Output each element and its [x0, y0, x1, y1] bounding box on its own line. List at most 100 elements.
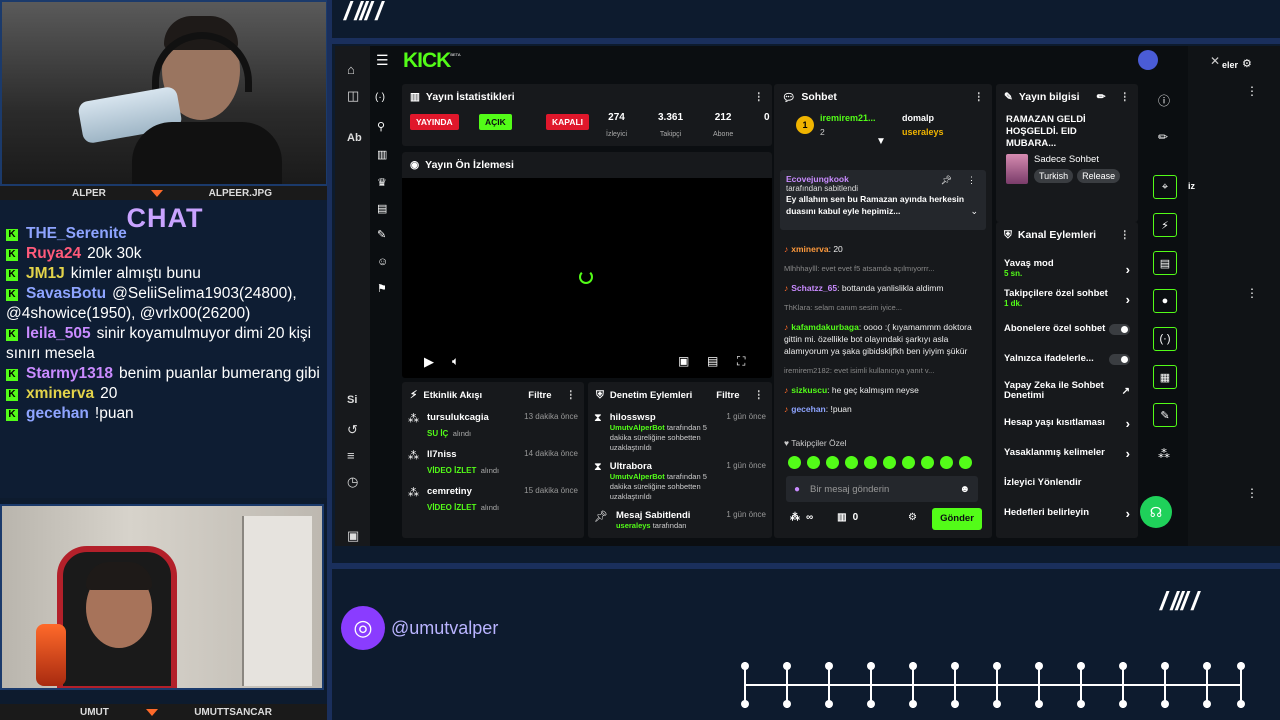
- menu-icon[interactable]: ☰: [376, 52, 389, 69]
- chat-message[interactable]: ♪ xminerva: 20: [774, 242, 992, 256]
- video-icon[interactable]: ▤: [377, 202, 387, 215]
- overlay-chat-message: Kleila_505 sinir koyamulmuyor dimi 20 kiş…: [0, 324, 330, 364]
- channel-action-item[interactable]: İzleyici Yönlendir: [996, 468, 1138, 498]
- chat-message[interactable]: ♪ kafamdakurbaga: oooo :( kıyamammm dokto…: [774, 320, 992, 358]
- more-icon[interactable]: ⋮: [967, 175, 976, 186]
- share-icon[interactable]: ⁂: [1158, 447, 1170, 461]
- channel-action-item[interactable]: Takipçilere özel sohbet 1 dk. ›: [996, 284, 1138, 314]
- history-icon[interactable]: ↺: [347, 422, 358, 438]
- category-name[interactable]: Sadece Sohbet: [1034, 154, 1120, 165]
- more-vertical-icon[interactable]: ⋮: [1246, 286, 1258, 300]
- broadcast-icon[interactable]: (·): [375, 92, 385, 103]
- avatar[interactable]: [1138, 50, 1158, 70]
- chat-input-placeholder: Bir mesaj gönderin: [810, 483, 890, 495]
- doc-button[interactable]: ▤: [1153, 251, 1177, 275]
- activity-row[interactable]: ⁂ ll7niss VİDEO İZLET alındı 14 dakika önce: [402, 445, 584, 482]
- more-icon[interactable]: ⋮: [974, 91, 985, 103]
- chat-message[interactable]: Mlhhhaylll: evet evet f5 atsamda açılmıy…: [774, 261, 992, 276]
- emoji-icon[interactable]: ☻: [959, 484, 970, 495]
- wrench-icon[interactable]: ✎: [377, 228, 386, 241]
- tag-turkish[interactable]: Turkish: [1034, 169, 1074, 183]
- edit-icon[interactable]: ✏︎: [1097, 91, 1106, 103]
- more-icon[interactable]: ⋮: [754, 91, 765, 103]
- filter-icon[interactable]: ▼: [876, 136, 886, 147]
- chat-message[interactable]: ThKlara: selam canım sesim iyice...: [774, 300, 992, 315]
- gift-leaderboard: 1 iremirem21... 2 domalp useraleys ▼: [774, 110, 992, 147]
- kick-logo[interactable]: KICK BETA: [403, 49, 461, 73]
- chat-username[interactable]: xminerva: [791, 244, 828, 254]
- wrench-button[interactable]: ✎: [1153, 403, 1177, 427]
- moderation-row[interactable]: 📌︎ Mesaj Sabitlendi useraleys tarafından 1 …: [588, 506, 772, 535]
- more-icon[interactable]: ⋮: [1120, 229, 1131, 241]
- more-vertical-icon[interactable]: ⋮: [1246, 84, 1258, 98]
- moderation-row[interactable]: ⧗ hilosswsp UmutvAlperBot tarafından 5 dak…: [588, 408, 772, 457]
- volume-icon[interactable]: 🔈︎: [452, 354, 459, 369]
- layout-button[interactable]: ▦: [1153, 365, 1177, 389]
- bolt-button[interactable]: ⚡︎: [1153, 213, 1177, 237]
- channel-action-item[interactable]: Hesap yaşı kısıtlaması ›: [996, 408, 1138, 438]
- channel-action-sub: 5 sn.: [1004, 269, 1023, 278]
- channel-action-item[interactable]: Yasaklanmış kelimeler ›: [996, 438, 1138, 468]
- cam-bottom-right-label: UMUTTSANCAR: [194, 706, 272, 718]
- clock-icon[interactable]: ◷: [347, 474, 358, 490]
- top-user[interactable]: iremirem21...: [820, 113, 876, 123]
- pencil-icon[interactable]: ✏︎: [1158, 130, 1168, 144]
- browse-icon[interactable]: ◫: [347, 88, 359, 104]
- channel-action-item[interactable]: Yapay Zeka ile Sohbet Denetimi ↗: [996, 374, 1138, 408]
- broadcast-button[interactable]: (·): [1153, 327, 1177, 351]
- moderation-row[interactable]: ⧗ Ultrabora UmutvAlperBot tarafından 5 dak…: [588, 457, 772, 506]
- play-icon[interactable]: ▶: [424, 354, 434, 370]
- theater-icon[interactable]: ▤: [707, 354, 718, 368]
- gifter1[interactable]: domalp: [902, 113, 934, 123]
- pip-icon[interactable]: ▣: [678, 354, 689, 368]
- channel-action-item[interactable]: Yavaş mod 5 sn. ›: [996, 254, 1138, 284]
- mod-icon[interactable]: ⚑: [377, 282, 387, 295]
- send-button[interactable]: Gönder: [932, 508, 982, 530]
- chat-input[interactable]: ● Bir mesaj gönderin ☻: [786, 476, 978, 502]
- chat-message[interactable]: ♪ Schatzz_65: bottanda yanlislikla aldimm: [774, 281, 992, 295]
- activity-row[interactable]: ⁂ tursulukcagia SU İÇ alındı 13 dakika önce: [402, 408, 584, 445]
- list-icon[interactable]: ≡: [347, 448, 355, 463]
- tag-release[interactable]: Release: [1077, 169, 1121, 183]
- chat-username[interactable]: Schatzz_65: [791, 283, 837, 293]
- gifter2[interactable]: useraleys: [902, 127, 944, 137]
- chat-message[interactable]: ♪ gecehan: !puan: [774, 402, 992, 416]
- channel-action-item[interactable]: Abonelere özel sohbet: [996, 314, 1138, 344]
- more-icon[interactable]: ⋮: [754, 389, 765, 401]
- users-icon[interactable]: ☺: [377, 256, 388, 268]
- support-button[interactable]: ☊: [1140, 496, 1172, 528]
- chat-message[interactable]: ♪ sizkuscu: he geç kalmışım neyse: [774, 383, 992, 397]
- chat-username[interactable]: gecehan: [791, 404, 826, 414]
- channel-action-item[interactable]: Yalnızca ifadelerle...: [996, 344, 1138, 374]
- chat-username[interactable]: kafamdakurbaga: [791, 322, 859, 332]
- close-icon[interactable]: ✕: [1210, 54, 1220, 68]
- more-icon[interactable]: ⋮: [566, 389, 577, 401]
- toggle-switch[interactable]: [1108, 353, 1130, 365]
- chat-button[interactable]: ●: [1153, 289, 1177, 313]
- more-vertical-icon[interactable]: ⋮: [1246, 486, 1258, 500]
- moderation-filter[interactable]: Filtre: [716, 390, 739, 401]
- gift-icon[interactable]: ▥: [837, 512, 846, 523]
- trophy-icon[interactable]: ♛: [377, 176, 387, 189]
- home-icon[interactable]: ⌂: [347, 62, 355, 77]
- chevron-down-icon[interactable]: ⌄: [970, 206, 978, 217]
- play-square-icon[interactable]: ▣: [347, 528, 359, 544]
- mic-icon[interactable]: ●: [794, 484, 800, 495]
- fullscreen-icon[interactable]: ⛶: [737, 354, 745, 369]
- settings-icon[interactable]: ⚙: [908, 512, 917, 523]
- channel-action-item[interactable]: Hedefleri belirleyin ›: [996, 498, 1138, 528]
- sliders-icon[interactable]: ⚙: [1242, 57, 1252, 70]
- chat-username[interactable]: sizkuscu: [791, 385, 827, 395]
- more-icon[interactable]: ⋮: [1120, 91, 1131, 103]
- info-icon[interactable]: ⓘ: [1158, 92, 1170, 109]
- activity-filter[interactable]: Filtre: [528, 390, 551, 401]
- pin-icon[interactable]: 📌︎: [941, 175, 952, 186]
- toggle-switch[interactable]: [1108, 323, 1130, 335]
- chat-message[interactable]: iremirem2182: evet isimli kullanıcıya ya…: [774, 363, 992, 378]
- analytics-icon[interactable]: ▥: [377, 148, 387, 161]
- link-icon[interactable]: ⚲: [377, 120, 385, 133]
- points-icon[interactable]: ⁂: [790, 512, 800, 523]
- crop-button[interactable]: ⌖: [1153, 175, 1177, 199]
- activity-row[interactable]: ⁂ cemretiny VİDEO İZLET alındı 15 dakika ön…: [402, 482, 584, 519]
- chevron-right-icon: ›: [1125, 505, 1130, 521]
